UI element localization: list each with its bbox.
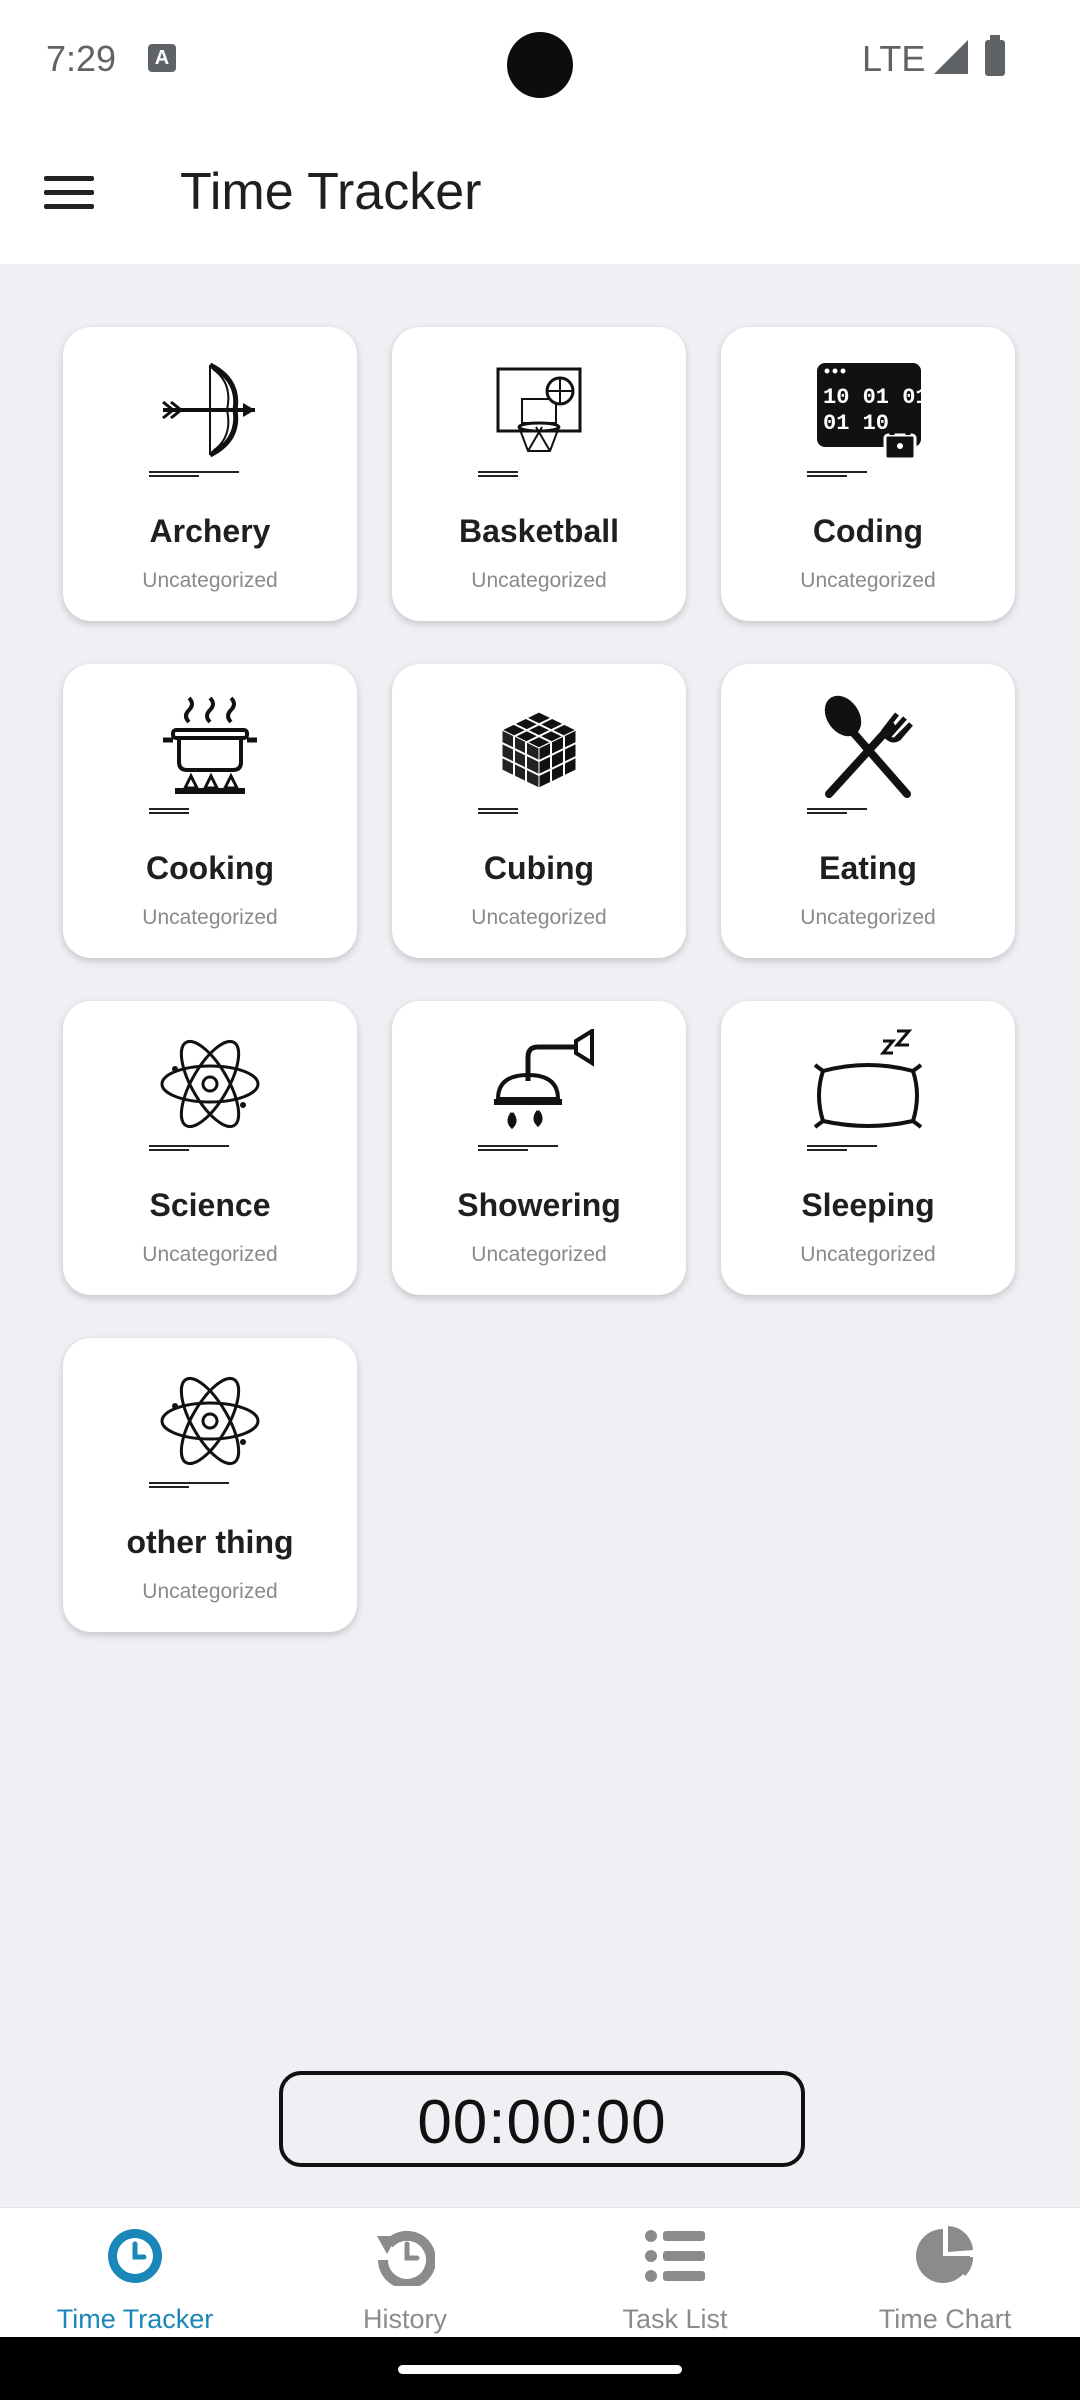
camera-cutout (507, 32, 573, 98)
keyboard-notification-icon: A (148, 44, 176, 72)
icon-credit-text (478, 471, 568, 479)
activity-tile-showering[interactable]: Showering Uncategorized (392, 1001, 686, 1295)
icon-credit-text (807, 808, 897, 816)
activity-name: Archery (149, 513, 271, 549)
battery-icon (985, 35, 1005, 76)
pillow-icon (813, 1029, 923, 1129)
bow-arrow-icon (162, 362, 255, 458)
hamburger-menu-icon[interactable] (44, 176, 94, 210)
activity-category: Uncategorized (800, 1243, 936, 1266)
list-icon (645, 2230, 705, 2282)
history-icon (377, 2230, 435, 2286)
icon-credit-text (149, 1145, 239, 1153)
activity-tile-science[interactable]: Science Uncategorized (63, 1001, 357, 1295)
timer-value: 00:00:00 (417, 2088, 667, 2157)
atom-icon (160, 1039, 260, 1129)
activity-tile-basketball[interactable]: Basketball Uncategorized (392, 327, 686, 621)
activity-category: Uncategorized (471, 906, 607, 929)
icon-credit-text (149, 1482, 239, 1490)
nav-label: Task List (622, 2304, 728, 2334)
atom-icon (160, 1376, 260, 1466)
clock-icon (108, 2229, 162, 2283)
status-time: 7:29 (46, 38, 117, 79)
icon-credit-text (149, 471, 239, 479)
home-gesture-handle[interactable] (398, 2365, 682, 2374)
app-bar: Time Tracker (0, 120, 1080, 264)
nav-label: Time Chart (878, 2304, 1012, 2334)
activity-name: Science (149, 1187, 271, 1223)
nav-item-time-chart[interactable]: Time Chart (810, 2208, 1080, 2338)
activity-tile-sleeping[interactable]: Sleeping Uncategorized (721, 1001, 1015, 1295)
icon-credit-text (807, 1145, 897, 1153)
activity-tile-other-thing[interactable]: other thing Uncategorized (63, 1338, 357, 1632)
activity-tile-cubing[interactable]: Cubing Uncategorized (392, 664, 686, 958)
code-line: 10 01 01 (823, 385, 923, 410)
icon-credit-text (807, 471, 897, 479)
page-title: Time Tracker (180, 163, 482, 221)
activity-name: Coding (812, 513, 924, 549)
activity-name: Basketball (458, 513, 620, 549)
bottom-navigation: Time Tracker History Task List Time Char… (0, 2207, 1080, 2338)
system-gesture-area (0, 2337, 1080, 2400)
nav-label: Time Tracker (56, 2304, 214, 2334)
nav-item-task-list[interactable]: Task List (540, 2208, 810, 2338)
status-bar: 7:29 A LTE (0, 0, 1080, 120)
pie-chart-icon (916, 2226, 974, 2283)
activity-name: Sleeping (801, 1187, 935, 1223)
activity-category: Uncategorized (800, 906, 936, 929)
activity-category: Uncategorized (471, 569, 607, 592)
icon-credit-text (149, 808, 239, 816)
activity-name: other thing (126, 1524, 294, 1560)
nav-item-time-tracker[interactable]: Time Tracker (0, 2208, 270, 2338)
activity-category: Uncategorized (800, 569, 936, 592)
activity-tile-archery[interactable]: Archery Uncategorized (63, 327, 357, 621)
signal-icon (934, 40, 968, 74)
timer-display[interactable]: 00:00:00 (279, 2071, 805, 2167)
rubiks-cube-icon (500, 711, 578, 789)
activity-tile-eating[interactable]: Eating Uncategorized (721, 664, 1015, 958)
network-type: LTE (862, 38, 926, 79)
shower-head-icon (494, 1029, 594, 1130)
spoon-fork-icon (824, 695, 913, 798)
activity-tile-coding[interactable]: 10 01 01 01 10 Coding Uncategorized (721, 327, 1015, 621)
nav-label: History (362, 2304, 447, 2334)
activity-category: Uncategorized (142, 1580, 278, 1603)
activity-tile-cooking[interactable]: Cooking Uncategorized (63, 664, 357, 958)
activity-category: Uncategorized (142, 569, 278, 592)
basketball-hoop-icon (496, 367, 582, 452)
activity-category: Uncategorized (142, 1243, 278, 1266)
activity-name: Cubing (483, 850, 595, 886)
cooking-pot-icon (163, 696, 257, 794)
activity-category: Uncategorized (142, 906, 278, 929)
icon-credit-text (478, 808, 568, 816)
code-line: 01 10 (823, 411, 889, 436)
binary-lock-icon: 10 01 01 01 10 (817, 363, 923, 461)
activity-name: Eating (819, 850, 917, 886)
icon-credit-text (478, 1145, 568, 1153)
activity-name: Cooking (146, 850, 274, 886)
activity-name: Showering (457, 1187, 621, 1223)
activity-category: Uncategorized (471, 1243, 607, 1266)
nav-item-history[interactable]: History (270, 2208, 540, 2338)
